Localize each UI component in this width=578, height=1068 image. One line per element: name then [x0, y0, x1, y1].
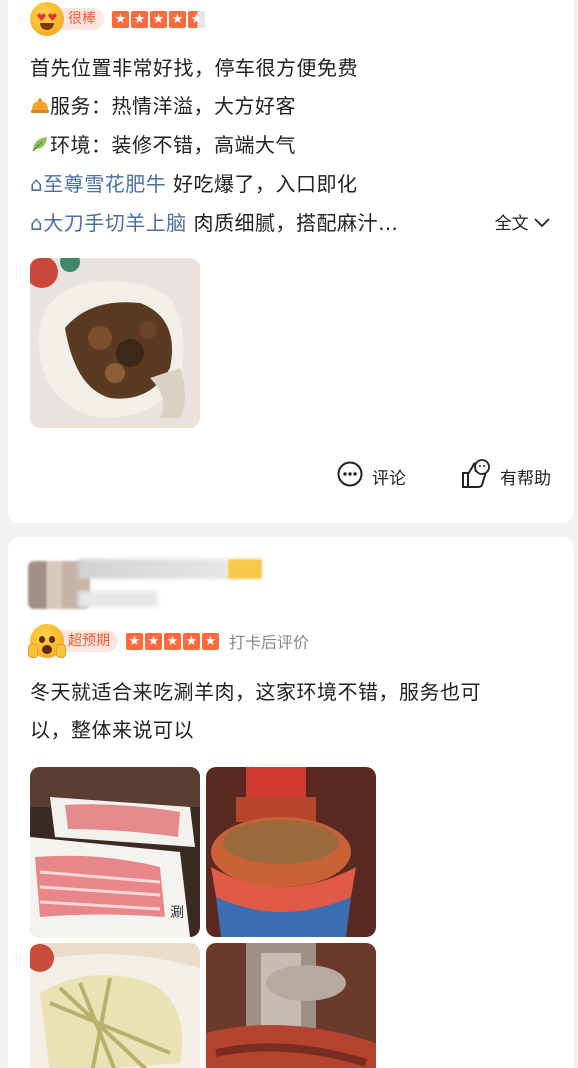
review-text-line: 以，整体来说可以 [30, 718, 194, 742]
dish-line: ⌂大刀手切羊上脑 肉质细腻，搭配麻汁… [30, 207, 399, 236]
review-card: 很棒 首先位置非常好找，停车很方便免费 服务：热情洋溢，大方好客 环境：装修不错… [8, 0, 574, 523]
star-rating [126, 632, 221, 650]
review-text-line: 冬天就适合来吃涮羊肉，这家环境不错，服务也可 [30, 680, 481, 704]
comment-button[interactable]: 评论 [336, 460, 406, 493]
review-photo[interactable] [30, 258, 200, 428]
half-star-icon [188, 10, 205, 28]
review-photo[interactable]: 涮 [30, 767, 200, 937]
heart-eyes-emoji-icon [30, 2, 64, 36]
star-icon [202, 632, 219, 650]
service-line: 服务：热情洋溢，大方好客 [30, 90, 296, 119]
svg-text:涮: 涮 [170, 905, 184, 921]
user-level-badge [228, 559, 262, 579]
star-icon [112, 10, 129, 28]
checkin-label: 打卡后评价 [229, 633, 310, 652]
review-text-line: 首先位置非常好找，停车很方便免费 [30, 56, 358, 80]
review-photo[interactable] [30, 943, 200, 1068]
dish-link[interactable]: 大刀手切羊上脑 [43, 211, 187, 235]
astonished-emoji-icon [28, 624, 66, 658]
rating-row: 很棒 [30, 2, 207, 36]
service-bell-icon [30, 95, 50, 115]
service-label: 服务： [50, 94, 112, 118]
star-icon [150, 10, 167, 28]
dish-comment: 好吃爆了，入口即化 [166, 172, 358, 196]
star-icon [169, 10, 186, 28]
dish-comment: 肉质细腻，搭配麻汁… [186, 211, 399, 235]
star-rating [112, 10, 207, 28]
comment-label: 评论 [372, 469, 406, 489]
rating-row: 超预期 打卡后评价 [28, 624, 310, 658]
star-icon [145, 632, 162, 650]
dish-cover-icon: ⌂ [30, 172, 44, 196]
thumbs-up-icon [460, 459, 492, 494]
dish-cover-icon: ⌂ [30, 211, 44, 235]
dish-link[interactable]: 至尊雪花肥牛 [43, 172, 166, 196]
helpful-button[interactable]: 有帮助 [460, 459, 551, 494]
star-icon [183, 632, 200, 650]
user-name-blurred[interactable] [78, 559, 228, 579]
chevron-down-icon [534, 213, 550, 233]
review-photo[interactable] [206, 767, 376, 937]
expand-full-text-button[interactable]: 全文 [495, 209, 550, 234]
helpful-label: 有帮助 [500, 469, 551, 489]
leaf-icon [30, 134, 50, 154]
comment-bubble-icon [336, 460, 364, 493]
dish-line: ⌂至尊雪花肥牛 好吃爆了，入口即化 [30, 168, 358, 197]
review-card: 超预期 打卡后评价 冬天就适合来吃涮羊肉，这家环境不错，服务也可 以，整体来说可… [8, 537, 574, 1068]
user-meta-blurred [78, 591, 158, 607]
review-photo[interactable] [206, 943, 376, 1068]
star-icon [164, 632, 181, 650]
environment-line: 环境：装修不错，高端大气 [30, 129, 296, 158]
service-text: 热情洋溢，大方好客 [111, 94, 296, 118]
environment-label: 环境： [50, 133, 112, 157]
expand-label: 全文 [494, 214, 529, 234]
star-icon [126, 632, 143, 650]
environment-text: 装修不错，高端大气 [111, 133, 296, 157]
star-icon [131, 10, 148, 28]
